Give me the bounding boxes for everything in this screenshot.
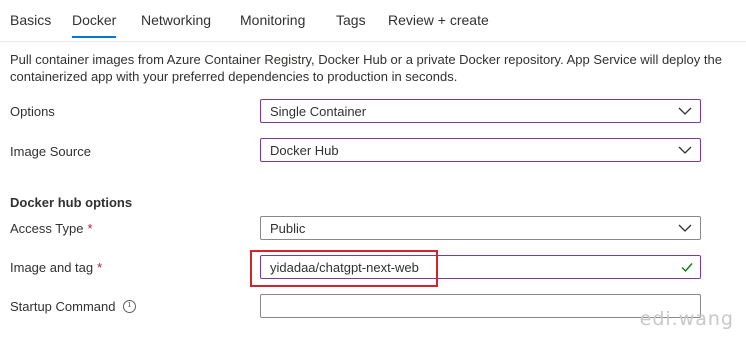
options-label: Options [10, 104, 55, 119]
checkmark-icon [681, 263, 693, 273]
watermark: edi.wang [639, 308, 734, 330]
tab-basics[interactable]: Basics [10, 12, 51, 28]
access-type-dropdown[interactable]: Public [260, 216, 701, 240]
chevron-down-icon [678, 107, 692, 115]
image-source-label: Image Source [10, 144, 91, 159]
tab-review-create[interactable]: Review + create [388, 12, 489, 28]
chevron-down-icon [678, 146, 692, 154]
access-type-label: Access Type * [10, 221, 93, 236]
required-indicator: * [87, 221, 93, 236]
chevron-down-icon [678, 224, 692, 232]
image-and-tag-input[interactable]: yidadaa/chatgpt-next-web [260, 255, 701, 279]
required-indicator: * [97, 260, 103, 275]
tab-bar: Basics Docker Networking Monitoring Tags… [10, 0, 746, 42]
tab-monitoring[interactable]: Monitoring [240, 12, 305, 28]
tab-networking[interactable]: Networking [141, 12, 211, 28]
startup-command-label: Startup Command [10, 299, 116, 314]
page-description: Pull container images from Azure Contain… [10, 52, 722, 84]
tab-docker[interactable]: Docker [72, 12, 117, 38]
info-icon[interactable]: i [123, 300, 136, 313]
startup-command-input[interactable] [260, 294, 701, 318]
image-and-tag-label: Image and tag * [10, 260, 103, 275]
options-value: Single Container [270, 104, 367, 119]
options-dropdown[interactable]: Single Container [260, 99, 701, 123]
tab-tags[interactable]: Tags [336, 12, 366, 28]
docker-hub-options-heading: Docker hub options [10, 195, 133, 210]
image-and-tag-value: yidadaa/chatgpt-next-web [270, 260, 419, 275]
image-source-value: Docker Hub [270, 143, 339, 158]
access-type-value: Public [270, 221, 306, 236]
tab-divider [0, 41, 746, 42]
image-source-dropdown[interactable]: Docker Hub [260, 138, 701, 162]
